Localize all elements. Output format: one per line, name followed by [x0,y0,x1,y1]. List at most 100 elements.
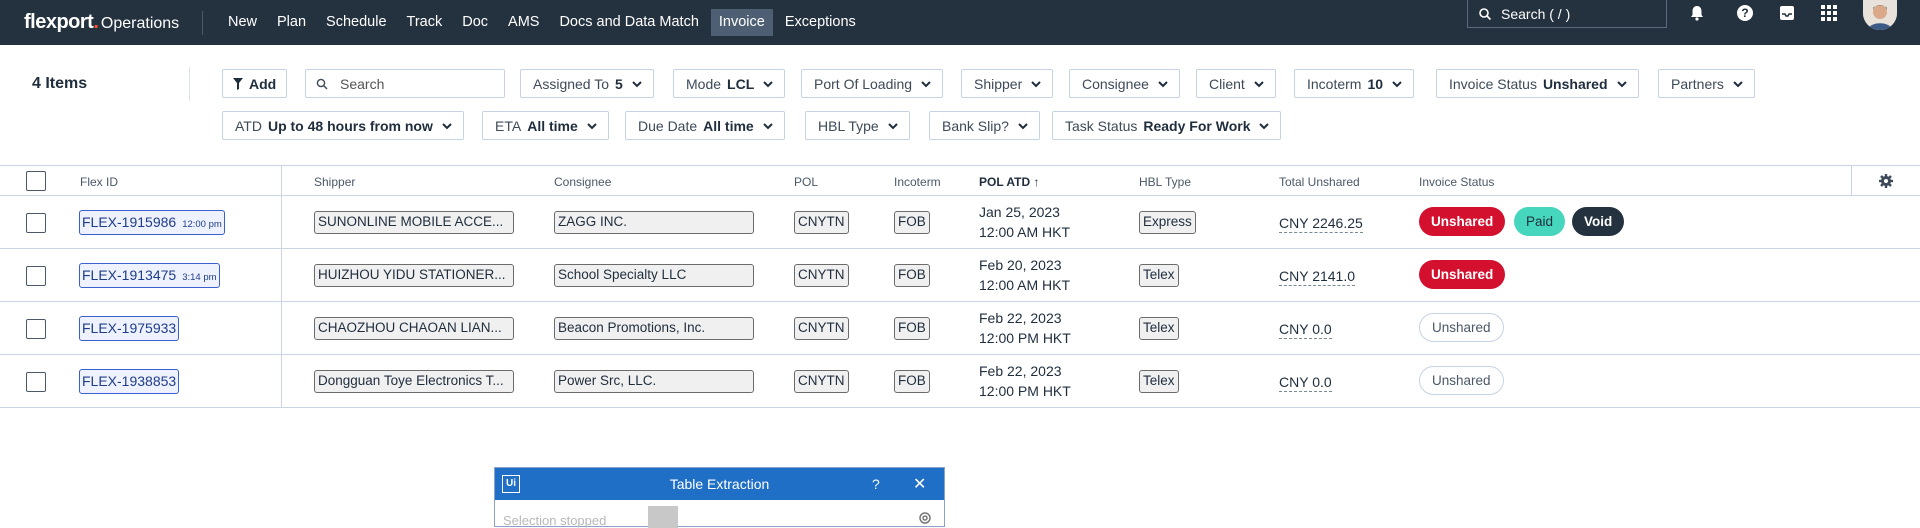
total-unshared-cell[interactable]: CNY 0.0 [1279,373,1332,392]
bell-icon[interactable] [1686,2,1708,24]
flex-id-text: FLEX-1938853 [82,373,177,389]
filter-label: Incoterm [1307,75,1362,92]
pol-atd-cell: Feb 22, 2023 12:00 PM HKT [979,361,1071,401]
table-row[interactable]: FLEX-1913475 3:14 pm HUIZHOU YIDU STATION… [0,249,1920,302]
nav-doc[interactable]: Doc [454,9,496,36]
pol-cell: CNYTN [794,370,849,393]
filter-hbl-type[interactable]: HBL Type [805,111,910,140]
nav-ams[interactable]: AMS [500,9,547,36]
filter-label: Shipper [974,75,1023,92]
row-checkbox[interactable] [26,372,46,392]
filter-task-status[interactable]: Task Status Ready For Work [1052,111,1282,140]
gear-icon[interactable] [1878,173,1894,189]
nav-track[interactable]: Track [399,9,451,36]
global-search[interactable]: Search ( / ) [1467,0,1667,28]
close-icon[interactable]: ✕ [913,474,926,494]
svg-text:?: ? [1741,6,1748,20]
chevron-down-icon [1259,122,1270,129]
add-filter-label: Add [249,75,277,92]
filter-client[interactable]: Client [1196,69,1276,98]
table-row[interactable]: FLEX-1915986 12:00 pm SUNONLINE MOBILE AC… [0,196,1920,249]
help-icon[interactable]: ? [1734,2,1756,24]
flexport-logo: flexport [24,11,94,33]
col-flex-id[interactable]: Flex ID [80,175,118,189]
status-badge[interactable]: Unshared [1419,207,1506,236]
total-unshared-cell[interactable]: CNY 2141.0 [1279,267,1356,286]
col-consignee[interactable]: Consignee [554,175,611,189]
filter-icon [233,77,243,90]
filter-assigned-to[interactable]: Assigned To 5 [520,69,654,98]
chevron-down-icon [1616,80,1627,87]
table-row[interactable]: FLEX-1938853 Dongguan Toye Electronics T… [0,355,1920,408]
flex-id-link[interactable]: FLEX-1915986 12:00 pm [79,210,225,235]
flex-id-text: FLEX-1915986 [82,214,177,230]
table-search-placeholder: Search [340,75,385,92]
chevron-down-icon [763,80,773,87]
global-search-label: Search ( / ) [1501,5,1571,22]
col-shipper[interactable]: Shipper [314,175,355,189]
col-pol-atd-label: POL ATD [979,175,1031,189]
flex-id-time: 12:00 pm [182,219,222,230]
col-incoterm[interactable]: Incoterm [894,175,941,189]
filter-shipper[interactable]: Shipper [961,69,1054,98]
filter-consignee[interactable]: Consignee [1069,69,1180,98]
filter-atd[interactable]: ATD Up to 48 hours from now [222,111,464,140]
gear-icon[interactable] [917,510,933,526]
col-invoice-status[interactable]: Invoice Status [1419,175,1494,189]
filter-eta[interactable]: ETA All time [482,111,609,140]
nav-divider [202,10,203,35]
total-unshared-cell[interactable]: CNY 2246.25 [1279,214,1363,233]
table-search-input[interactable]: Search [305,69,505,98]
hbl-type-cell: Telex [1139,370,1179,393]
filter-label: ETA [495,117,522,134]
atd-date: Feb 22, 2023 [979,363,1062,379]
flex-id-link[interactable]: FLEX-1975933 [79,316,180,341]
nav-new[interactable]: New [220,9,265,36]
dialog-action-button[interactable] [648,506,678,528]
total-unshared-cell[interactable]: CNY 0.0 [1279,320,1332,339]
row-checkbox[interactable] [26,213,46,233]
col-hbl-type[interactable]: HBL Type [1139,175,1191,189]
inbox-icon[interactable] [1776,2,1798,24]
filter-mode[interactable]: Mode LCL [673,69,786,98]
filter-partners[interactable]: Partners [1658,69,1755,98]
nav-schedule[interactable]: Schedule [318,9,394,36]
pol-atd-cell: Feb 22, 2023 12:00 PM HKT [979,308,1071,348]
incoterm-cell: FOB [894,211,930,234]
flex-id-link[interactable]: FLEX-1913475 3:14 pm [79,263,220,288]
filter-incoterm[interactable]: Incoterm 10 [1294,69,1415,98]
row-checkbox[interactable] [26,266,46,286]
help-icon[interactable]: ? [872,476,880,492]
filter-port-of-loading[interactable]: Port Of Loading [801,69,944,98]
col-pol[interactable]: POL [794,175,818,189]
row-checkbox[interactable] [26,319,46,339]
brand[interactable]: flexport. Operations [24,11,202,34]
filter-due-date[interactable]: Due Date All time [625,111,785,140]
chevron-down-icon [1018,122,1028,129]
filter-invoice-status[interactable]: Invoice Status Unshared [1436,69,1639,98]
add-filter-button[interactable]: Add [222,69,288,98]
status-badge[interactable]: Unshared [1419,260,1506,289]
flex-id-link[interactable]: FLEX-1938853 [79,369,180,394]
status-badge[interactable]: Unshared [1419,366,1504,395]
nav-docs-and-data-match[interactable]: Docs and Data Match [551,9,706,36]
status-badge[interactable]: Unshared [1419,313,1504,342]
col-pol-atd[interactable]: POL ATD ↑ [979,175,1039,189]
avatar[interactable] [1863,0,1897,30]
select-all-checkbox[interactable] [26,171,46,191]
pol-cell: CNYTN [794,264,849,287]
dialog-status-text: Selection stopped [503,513,607,528]
dialog-title-bar[interactable]: Ui Table Extraction ? ✕ [495,468,944,500]
nav-plan[interactable]: Plan [269,9,314,36]
col-total-unshared[interactable]: Total Unshared [1279,175,1360,189]
items-count: 4 Items [32,75,88,92]
table-row[interactable]: FLEX-1975933 CHAOZHOU CHAOAN LIAN... Bea… [0,302,1920,355]
nav-invoice[interactable]: Invoice [710,9,773,36]
filter-bank-slip[interactable]: Bank Slip? [929,111,1040,140]
atd-time: 12:00 PM HKT [979,383,1071,399]
status-badge[interactable]: Void [1572,207,1625,236]
column-separator [1851,165,1852,196]
status-badge[interactable]: Paid [1514,207,1566,236]
apps-grid-icon[interactable] [1818,2,1840,24]
nav-exceptions[interactable]: Exceptions [777,9,864,36]
